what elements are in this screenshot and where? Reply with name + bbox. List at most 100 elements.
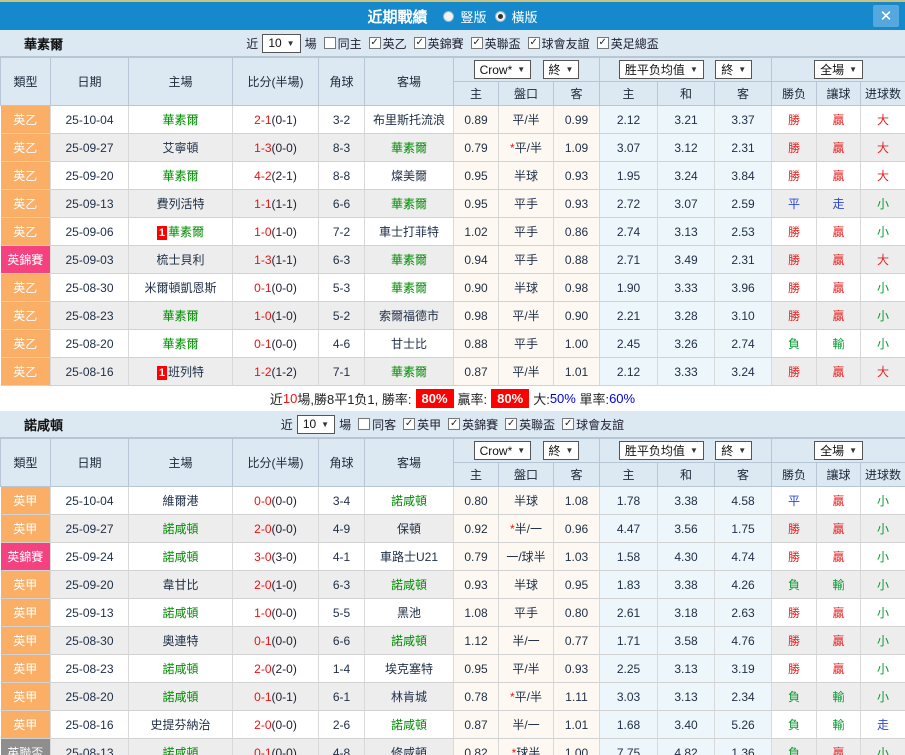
league-type: 英乙 xyxy=(0,217,51,246)
league-type: 英乙 xyxy=(0,357,51,386)
away-odds: 1.09 xyxy=(553,133,601,162)
competition-filter-checkbox[interactable]: ✓ 英聯盃 xyxy=(498,416,555,433)
avg-final-select[interactable]: 終 ▼ xyxy=(715,441,753,460)
score: 1-2(1-2) xyxy=(232,357,319,386)
col-avg-home: 主 xyxy=(599,81,659,106)
avg-home: 2.45 xyxy=(599,329,659,358)
score: 1-3(1-1) xyxy=(232,245,319,274)
result-handicap: 贏 xyxy=(816,654,862,683)
col-avg-away: 客 xyxy=(714,81,773,106)
scope-group-header: 全場 ▼ xyxy=(771,438,905,463)
avg-final-select[interactable]: 終 ▼ xyxy=(715,60,753,79)
competition-filter-checkbox[interactable]: ✓ 英錦賽 xyxy=(441,416,498,433)
competition-filter-checkbox[interactable]: ✓ 英錦賽 xyxy=(407,35,464,52)
result-goals: 小 xyxy=(860,273,905,302)
score: 2-0(2-0) xyxy=(232,654,319,683)
layout-radio-vertical[interactable]: 豎版 xyxy=(435,7,487,26)
match-row: 英乙 25-08-20 華素爾 0-1(0-0) 4-6 甘士比 0.88 平手 1.00 2.4… xyxy=(0,329,905,358)
competition-filter-checkbox[interactable]: ✓ 英甲 xyxy=(396,416,441,433)
result-handicap: 贏 xyxy=(816,133,862,162)
away-odds: 0.95 xyxy=(553,570,601,599)
match-date: 25-08-23 xyxy=(50,301,129,330)
home-odds: 0.98 xyxy=(453,301,499,330)
col-avg-away: 客 xyxy=(714,462,773,487)
match-row: 英甲 25-08-20 諾咸頓 0-1(0-1) 6-1 林肯城 0.78 *平/半 1.11 3… xyxy=(0,682,905,711)
summary-walsall: 近 10 場,勝8平1负1, 勝率: 80% 贏率: 80% 大: 50% 單率: 60… xyxy=(0,386,905,411)
avg-home: 3.07 xyxy=(599,133,659,162)
avg-draw: 3.56 xyxy=(657,514,716,543)
home-team: 諾咸頓 xyxy=(128,598,233,627)
match-count-select[interactable]: 10 ▼ xyxy=(262,33,301,53)
odds-company-select[interactable]: Crow* ▼ xyxy=(473,60,532,80)
match-date: 25-09-27 xyxy=(50,133,129,162)
corners: 1-4 xyxy=(318,654,365,683)
avg-away: 1.36 xyxy=(714,738,773,755)
checkbox-checked-icon: ✓ xyxy=(470,37,483,50)
avg-away: 4.76 xyxy=(714,626,773,655)
away-odds: 0.86 xyxy=(553,217,601,246)
avg-group-header: 胜平负均值 ▼ 終 ▼ xyxy=(599,438,773,463)
avg-select[interactable]: 胜平负均值 ▼ xyxy=(618,60,704,79)
competition-filter-checkbox[interactable]: ✓ 英乙 xyxy=(362,35,407,52)
home-odds: 0.95 xyxy=(453,189,499,218)
odds-final-select[interactable]: 終 ▼ xyxy=(542,59,580,79)
match-row: 英乙 25-09-20 華素爾 4-2(2-1) 8-8 燦美爾 0.95 半球 0.93 1.9… xyxy=(0,161,905,190)
league-type: 英甲 xyxy=(0,598,51,627)
away-team: 華素爾 xyxy=(364,273,454,302)
match-count-select[interactable]: 10 ▼ xyxy=(296,414,336,434)
unit-label: 場 xyxy=(339,417,352,432)
chevron-down-icon: ▼ xyxy=(849,65,857,74)
result-goals: 小 xyxy=(860,570,905,599)
corners: 6-3 xyxy=(318,245,365,274)
league-type: 英聯盃 xyxy=(0,738,51,755)
handicap: 半/一 xyxy=(498,710,554,739)
away-team: 燦美爾 xyxy=(364,161,454,190)
competition-filter-checkbox[interactable]: ✓ 球會友誼 xyxy=(521,35,590,52)
home-team: 維爾港 xyxy=(128,486,233,515)
col-result-goals: 进球数 xyxy=(860,462,905,487)
col-result-goals: 进球数 xyxy=(860,81,905,106)
scope-select[interactable]: 全場 ▼ xyxy=(814,441,863,460)
layout-radio-horizontal[interactable]: 橫版 xyxy=(487,7,538,26)
avg-select[interactable]: 胜平负均值 ▼ xyxy=(618,441,704,460)
same-venue-checkbox[interactable]: 同客 xyxy=(351,416,396,433)
home-odds: 0.80 xyxy=(453,486,499,515)
away-odds: 1.01 xyxy=(553,357,601,386)
match-row: 英錦賽 25-09-03 梳士貝利 1-3(1-1) 6-3 華素爾 0.94 平手 0.88 2… xyxy=(0,245,905,274)
checkbox-checked-icon: ✓ xyxy=(527,37,540,50)
star-marker: * xyxy=(511,746,517,755)
corners: 3-2 xyxy=(318,105,365,134)
avg-draw: 3.13 xyxy=(657,682,716,711)
scope-select[interactable]: 全場 ▼ xyxy=(814,60,863,79)
result-goals: 小 xyxy=(860,486,905,515)
handicap: 半球 xyxy=(498,161,554,190)
competition-filter-checkbox[interactable]: ✓ 英足總盃 xyxy=(590,35,659,52)
away-team: 布里斯托流浪 xyxy=(364,105,454,134)
league-type: 英乙 xyxy=(0,161,51,190)
avg-draw: 3.12 xyxy=(657,133,716,162)
same-venue-checkbox[interactable]: 同主 xyxy=(317,35,362,52)
away-team: 林肯城 xyxy=(364,682,454,711)
result-wdl: 負 xyxy=(771,329,818,358)
corners: 6-6 xyxy=(318,626,365,655)
result-handicap: 贏 xyxy=(816,301,862,330)
handicap: 平手 xyxy=(498,329,554,358)
away-team: 埃克塞特 xyxy=(364,654,454,683)
odds-final-select[interactable]: 終 ▼ xyxy=(542,440,580,460)
competition-filter-checkbox[interactable]: ✓ 球會友誼 xyxy=(555,416,624,433)
league-type: 英錦賽 xyxy=(0,245,51,274)
away-team: 諾咸頓 xyxy=(364,570,454,599)
chevron-down-icon: ▼ xyxy=(738,446,747,455)
checkbox-checked-icon: ✓ xyxy=(505,418,518,431)
away-team: 華素爾 xyxy=(364,189,454,218)
odds-company-select[interactable]: Crow* ▼ xyxy=(473,441,532,461)
competition-filter-checkbox[interactable]: ✓ 英聯盃 xyxy=(464,35,521,52)
star-marker: * xyxy=(509,522,515,536)
match-date: 25-10-04 xyxy=(50,105,129,134)
close-button[interactable]: ✕ xyxy=(873,5,899,27)
team-name: 華素爾 xyxy=(24,36,64,52)
avg-home: 2.72 xyxy=(599,189,659,218)
avg-away: 2.34 xyxy=(714,682,773,711)
away-odds: 0.98 xyxy=(553,273,601,302)
result-goals: 小 xyxy=(860,189,905,218)
